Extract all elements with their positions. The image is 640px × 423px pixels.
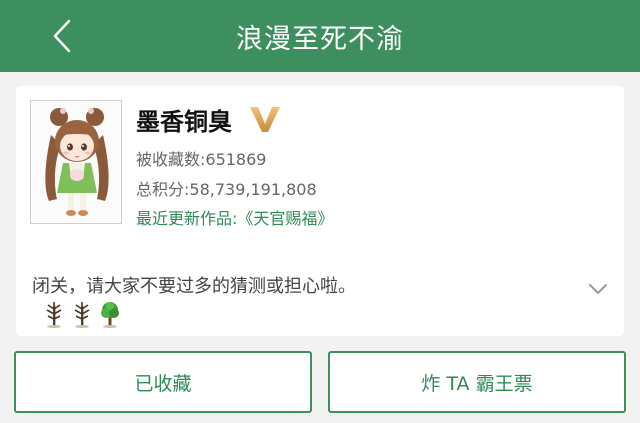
total-score: 总积分:58,739,191,808 xyxy=(136,180,317,199)
back-button[interactable] xyxy=(46,18,78,54)
bawang-ticket-button[interactable]: 炸 TA 霸王票 xyxy=(328,351,626,413)
favorites-count: 被收藏数:651869 xyxy=(136,150,267,169)
author-name: 墨香铜臭 xyxy=(136,108,232,136)
author-bio: 闭关，请大家不要过多的猜测或担心啦。 xyxy=(32,276,356,297)
chevron-down-icon[interactable] xyxy=(588,282,608,296)
avatar[interactable] xyxy=(30,100,122,224)
bare-tree-icon xyxy=(74,302,90,328)
chibi-girl-avatar-image xyxy=(45,108,109,216)
latest-work-link[interactable]: 最近更新作品:《天官赐福》 xyxy=(136,205,333,229)
page-title: 浪漫至死不渝 xyxy=(236,23,404,55)
leafy-tree-icon xyxy=(101,302,119,328)
collected-button[interactable]: 已收藏 xyxy=(14,351,312,413)
chevron-left-icon xyxy=(53,19,71,53)
v-badge-icon xyxy=(250,107,280,132)
bare-tree-icon xyxy=(46,302,62,328)
rank-trees xyxy=(42,300,122,328)
app-header: 浪漫至死不渝 xyxy=(0,0,640,72)
author-card: 墨香铜臭 被收藏数:651869 总积分:58,739,191,808 最近更新… xyxy=(16,86,624,336)
